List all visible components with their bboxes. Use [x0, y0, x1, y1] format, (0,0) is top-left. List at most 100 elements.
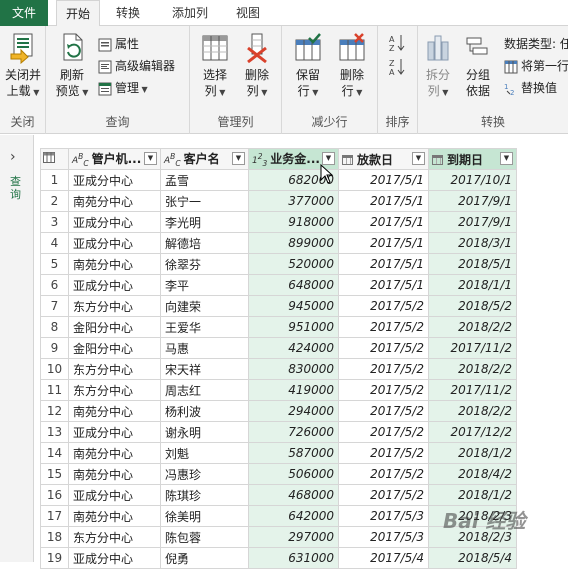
table-cell[interactable]: 918000 — [248, 211, 339, 233]
table-cell[interactable]: 亚成分中心 — [68, 421, 161, 443]
properties-button[interactable]: 属性 — [98, 34, 139, 54]
table-row[interactable]: 8 金阳分中心 王爱华 951000 2017/5/2 2018/2/2 — [40, 316, 517, 338]
column-header-loan-date[interactable]: 放款日 ▼ — [338, 148, 429, 170]
row-number[interactable]: 8 — [40, 316, 69, 338]
table-cell[interactable]: 亚成分中心 — [68, 274, 161, 296]
table-cell[interactable]: 2017/5/1 — [338, 169, 429, 191]
table-cell[interactable]: 2018/1/2 — [428, 484, 517, 506]
row-number[interactable]: 19 — [40, 547, 69, 569]
table-cell[interactable]: 2017/5/2 — [338, 484, 429, 506]
table-cell[interactable]: 南苑分中心 — [68, 442, 161, 464]
table-cell[interactable]: 2017/5/3 — [338, 505, 429, 527]
whole-number-type-icon[interactable]: 123 — [252, 152, 267, 168]
table-cell[interactable]: 南苑分中心 — [68, 253, 161, 275]
table-cell[interactable]: 陈包蓉 — [160, 526, 249, 548]
table-row[interactable]: 9 金阳分中心 马惠 424000 2017/5/2 2017/11/2 — [40, 337, 517, 359]
queries-pane-label[interactable]: 查询 — [10, 175, 24, 201]
table-cell[interactable]: 向建荣 — [160, 295, 249, 317]
table-row[interactable]: 6 亚成分中心 李平 648000 2017/5/1 2018/1/1 — [40, 274, 517, 296]
table-row[interactable]: 19 亚成分中心 倪勇 631000 2017/5/4 2018/5/4 — [40, 547, 517, 569]
table-cell[interactable]: 2017/5/2 — [338, 421, 429, 443]
row-number[interactable]: 14 — [40, 442, 69, 464]
table-cell[interactable]: 2017/5/2 — [338, 379, 429, 401]
chevron-right-icon[interactable]: › — [10, 149, 16, 165]
sort-descending-button[interactable]: ZA — [388, 56, 409, 77]
tab-file[interactable]: 文件 — [0, 0, 48, 26]
table-cell[interactable]: 倪勇 — [160, 547, 249, 569]
table-cell[interactable]: 951000 — [248, 316, 339, 338]
table-cell[interactable]: 2017/5/3 — [338, 526, 429, 548]
table-cell[interactable]: 南苑分中心 — [68, 505, 161, 527]
date-type-icon[interactable] — [432, 154, 443, 165]
table-cell[interactable]: 377000 — [248, 190, 339, 212]
table-cell[interactable]: 2018/1/1 — [428, 274, 517, 296]
table-cell[interactable]: 2018/4/2 — [428, 463, 517, 485]
table-cell[interactable]: 李平 — [160, 274, 249, 296]
table-cell[interactable]: 642000 — [248, 505, 339, 527]
table-cell[interactable]: 南苑分中心 — [68, 400, 161, 422]
table-cell[interactable]: 2018/5/2 — [428, 295, 517, 317]
row-number[interactable]: 4 — [40, 232, 69, 254]
table-cell[interactable]: 2018/2/2 — [428, 400, 517, 422]
table-cell[interactable]: 830000 — [248, 358, 339, 380]
table-cell[interactable]: 2017/5/2 — [338, 316, 429, 338]
table-cell[interactable]: 2018/1/2 — [428, 442, 517, 464]
table-cell[interactable]: 南苑分中心 — [68, 190, 161, 212]
choose-columns-button[interactable]: 选择 列 ▼ — [196, 32, 234, 101]
table-cell[interactable]: 谢永明 — [160, 421, 249, 443]
table-row[interactable]: 3 亚成分中心 李光明 918000 2017/5/1 2017/9/1 — [40, 211, 517, 233]
table-cell[interactable]: 2017/11/2 — [428, 337, 517, 359]
table-row[interactable]: 13 亚成分中心 谢永明 726000 2017/5/2 2017/12/2 — [40, 421, 517, 443]
row-number[interactable]: 11 — [40, 379, 69, 401]
table-cell[interactable]: 899000 — [248, 232, 339, 254]
tab-view[interactable]: 视图 — [226, 0, 270, 26]
table-cell[interactable]: 2017/12/2 — [428, 421, 517, 443]
refresh-preview-button[interactable]: 刷新 预览 ▼ — [52, 32, 92, 101]
table-cell[interactable]: 2017/5/1 — [338, 253, 429, 275]
table-row[interactable]: 14 南苑分中心 刘魁 587000 2017/5/2 2018/1/2 — [40, 442, 517, 464]
table-cell[interactable]: 刘魁 — [160, 442, 249, 464]
table-row[interactable]: 7 东方分中心 向建荣 945000 2017/5/2 2018/5/2 — [40, 295, 517, 317]
row-number[interactable]: 17 — [40, 505, 69, 527]
row-number[interactable]: 6 — [40, 274, 69, 296]
table-cell[interactable]: 金阳分中心 — [68, 337, 161, 359]
table-cell[interactable]: 马惠 — [160, 337, 249, 359]
table-cell[interactable]: 2018/3/1 — [428, 232, 517, 254]
row-number[interactable]: 2 — [40, 190, 69, 212]
table-cell[interactable]: 亚成分中心 — [68, 547, 161, 569]
row-number[interactable]: 1 — [40, 169, 69, 191]
table-cell[interactable]: 297000 — [248, 526, 339, 548]
column-header-customer-name[interactable]: ABC 客户名 ▼ — [160, 148, 249, 170]
date-type-icon[interactable] — [342, 154, 353, 165]
table-cell[interactable]: 东方分中心 — [68, 526, 161, 548]
table-cell[interactable]: 李光明 — [160, 211, 249, 233]
table-cell[interactable]: 冯惠珍 — [160, 463, 249, 485]
table-cell[interactable]: 587000 — [248, 442, 339, 464]
row-number[interactable]: 13 — [40, 421, 69, 443]
table-cell[interactable]: 2017/11/2 — [428, 379, 517, 401]
table-cell[interactable]: 亚成分中心 — [68, 169, 161, 191]
table-cell[interactable]: 东方分中心 — [68, 295, 161, 317]
table-cell[interactable]: 2017/5/2 — [338, 442, 429, 464]
table-cell[interactable]: 2018/5/1 — [428, 253, 517, 275]
table-cell[interactable]: 王爱华 — [160, 316, 249, 338]
table-cell[interactable]: 2017/5/2 — [338, 337, 429, 359]
filter-dropdown-icon[interactable]: ▼ — [144, 152, 157, 165]
table-cell[interactable]: 419000 — [248, 379, 339, 401]
remove-columns-button[interactable]: 删除 列 ▼ — [238, 32, 276, 101]
table-cell[interactable]: 2017/5/2 — [338, 463, 429, 485]
row-number[interactable]: 18 — [40, 526, 69, 548]
table-cell[interactable]: 2017/10/1 — [428, 169, 517, 191]
table-cell[interactable]: 金阳分中心 — [68, 316, 161, 338]
table-cell[interactable]: 2017/5/2 — [338, 295, 429, 317]
row-number[interactable]: 15 — [40, 463, 69, 485]
group-by-button[interactable]: 分组 依据 — [460, 32, 496, 99]
table-cell[interactable]: 945000 — [248, 295, 339, 317]
table-cell[interactable]: 周志红 — [160, 379, 249, 401]
table-cell[interactable]: 520000 — [248, 253, 339, 275]
close-and-load-button[interactable]: 关闭并 上载 ▼ — [2, 32, 44, 101]
table-cell[interactable]: 徐翠芬 — [160, 253, 249, 275]
table-row[interactable]: 10 东方分中心 宋天祥 830000 2017/5/2 2018/2/2 — [40, 358, 517, 380]
table-row[interactable]: 11 东方分中心 周志红 419000 2017/5/2 2017/11/2 — [40, 379, 517, 401]
table-cell[interactable]: 东方分中心 — [68, 358, 161, 380]
